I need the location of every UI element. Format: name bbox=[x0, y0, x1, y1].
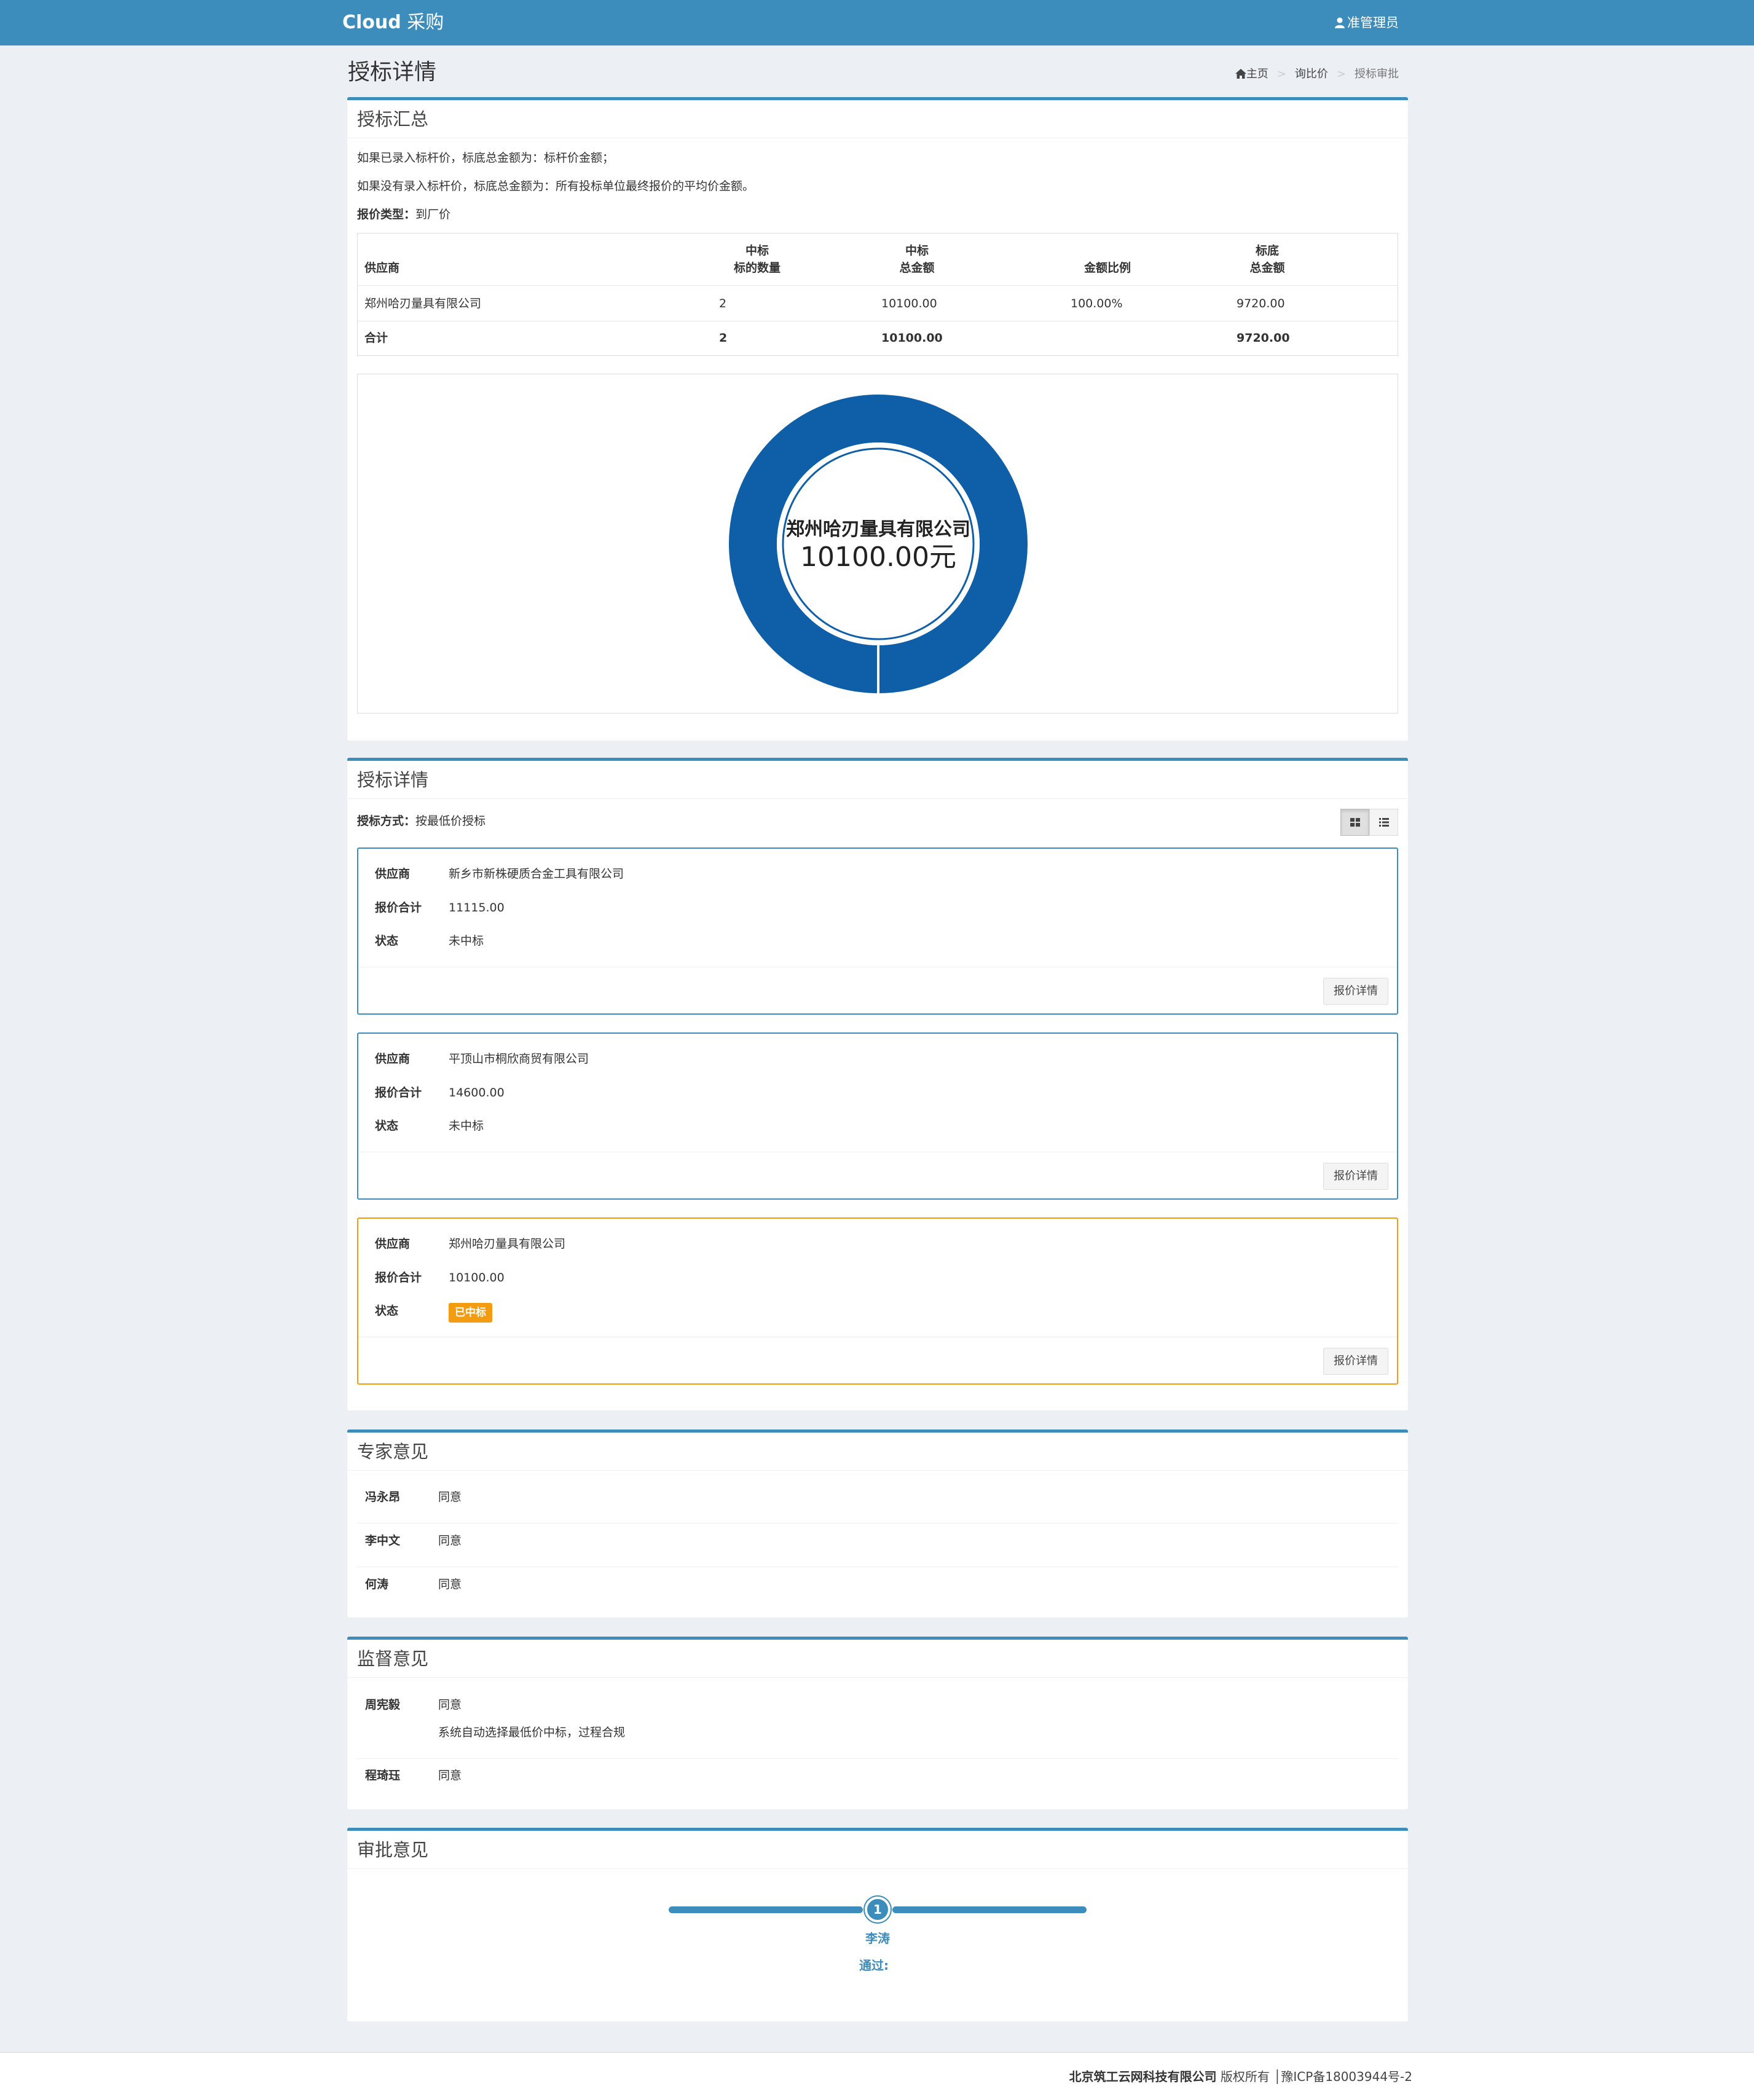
quote-detail-button[interactable]: 报价详情 bbox=[1323, 978, 1388, 1005]
bid-supplier-value: 平顶山市桐欣商贸有限公司 bbox=[449, 1052, 589, 1066]
details-title: 授标详情 bbox=[347, 761, 1408, 799]
page-footer: 北京筑工云网科技有限公司 版权所有 │豫ICP备18003944号-2 bbox=[0, 2052, 1754, 2100]
tf-count: 2 bbox=[719, 331, 728, 345]
bid-status-label: 状态 bbox=[375, 934, 399, 948]
td-total: 10100.00 bbox=[881, 297, 937, 310]
bid-total-label: 报价合计 bbox=[375, 1086, 422, 1099]
td-base: 9720.00 bbox=[1237, 297, 1285, 310]
brand-logo[interactable]: Cloud 采购 bbox=[342, 11, 444, 34]
expert-opinion: 同意 bbox=[438, 1578, 462, 1591]
expert-name: 李中文 bbox=[365, 1534, 401, 1547]
supervisor-name: 程琦珏 bbox=[365, 1769, 401, 1782]
approval-step-name: 李涛 bbox=[865, 1931, 890, 1946]
th-count: 中标 标的数量 bbox=[733, 244, 781, 275]
expert-opinion-title: 专家意见 bbox=[347, 1433, 1408, 1471]
list-view-icon bbox=[1378, 818, 1389, 827]
approval-step-1: 1 bbox=[865, 1897, 891, 1922]
bid-status-label: 状态 bbox=[375, 1119, 399, 1133]
supervisor-name: 周宪毅 bbox=[365, 1698, 401, 1712]
expert-name: 何涛 bbox=[365, 1578, 389, 1591]
summary-table: 供应商 中标 标的数量 中标 总金额 金额比例 标底 总金额 郑州哈刃量具有限公司 2… bbox=[357, 233, 1398, 356]
footer-copyright: 北京筑工云网科技有限公司 版权所有 │豫ICP备18003944号-2 bbox=[1069, 2068, 1412, 2085]
user-icon bbox=[1335, 17, 1345, 28]
donut-center-label: 郑州哈刃量具有限公司 bbox=[786, 519, 970, 540]
bid-total-value: 14600.00 bbox=[449, 1086, 505, 1099]
bid-status-value: 未中标 bbox=[449, 1119, 484, 1133]
bid-total-value: 10100.00 bbox=[449, 1271, 505, 1284]
summary-box: 授标汇总 如果已录入标杆价，标底总金额为：标杆价金额； 如果没有录入标杆价，标底… bbox=[347, 97, 1408, 741]
summary-title: 授标汇总 bbox=[347, 100, 1408, 138]
footer-rights: 版权所有 │豫ICP备18003944号-2 bbox=[1216, 2069, 1412, 2084]
step-bar-left bbox=[669, 1906, 863, 1913]
bid-supplier-value: 新乡市新株硬质合金工具有限公司 bbox=[449, 867, 624, 881]
th-ratio: 金额比例 bbox=[1083, 261, 1131, 275]
bid-card-1: 供应商 新乡市新株硬质合金工具有限公司 报价合计 11115.00 状态 未中标… bbox=[357, 847, 1398, 1015]
breadcrumb-current: 授标审批 bbox=[1355, 68, 1399, 81]
status-badge-won: 已中标 bbox=[449, 1303, 492, 1323]
supervisor-opinion: 同意 bbox=[438, 1769, 462, 1782]
th-supplier: 供应商 bbox=[364, 261, 400, 275]
bid-card-3: 供应商 郑州哈刃量具有限公司 报价合计 10100.00 状态 已中标 报价详情 bbox=[357, 1217, 1398, 1385]
bid-supplier-label: 供应商 bbox=[375, 867, 411, 881]
expert-name: 冯永昂 bbox=[365, 1490, 401, 1504]
quote-type: 报价类型：到厂价 bbox=[357, 208, 451, 221]
page-title: 授标详情 bbox=[348, 60, 437, 85]
grid-view-icon bbox=[1350, 818, 1360, 827]
bid-supplier-label: 供应商 bbox=[375, 1237, 411, 1251]
breadcrumb-home[interactable]: 主页 bbox=[1246, 68, 1268, 81]
bid-total-label: 报价合计 bbox=[375, 1271, 422, 1284]
bid-supplier-label: 供应商 bbox=[375, 1052, 411, 1066]
th-base: 标底 总金额 bbox=[1249, 244, 1285, 275]
footer-company: 北京筑工云网科技有限公司 bbox=[1069, 2069, 1217, 2084]
user-name: 准管理员 bbox=[1347, 15, 1399, 30]
supervision-opinion-title: 监督意见 bbox=[347, 1640, 1408, 1678]
expert-opinion-box: 专家意见 冯永昂 同意 李中文 同意 何涛 同意 bbox=[347, 1429, 1408, 1618]
grid-view-button[interactable] bbox=[1340, 809, 1369, 836]
user-menu[interactable]: 准管理员 bbox=[1335, 14, 1399, 32]
td-ratio: 100.00% bbox=[1071, 297, 1123, 310]
summary-note-2: 如果没有录入标杆价，标底总金额为：所有投标单位最终报价的平均价金额。 bbox=[357, 179, 755, 193]
supervisor-comment: 系统自动选择最低价中标，过程合规 bbox=[438, 1726, 626, 1739]
donut-center-value: 10100.00元 bbox=[800, 541, 956, 573]
donut-svg: 郑州哈刃量具有限公司 10100.00元 bbox=[729, 395, 1028, 693]
quote-detail-button[interactable]: 报价详情 bbox=[1323, 1348, 1388, 1375]
bid-total-value: 11115.00 bbox=[449, 901, 505, 914]
breadcrumb: 主页 > 询比价 > 授标审批 bbox=[1235, 66, 1399, 82]
approval-opinion-box: 审批意见 1 李涛 通过: bbox=[347, 1828, 1408, 2021]
breadcrumb-inquiry[interactable]: 询比价 bbox=[1295, 68, 1328, 81]
td-count: 2 bbox=[719, 297, 727, 310]
th-total: 中标 总金额 bbox=[899, 244, 935, 275]
tf-base: 9720.00 bbox=[1237, 331, 1290, 345]
supervision-opinion-box: 监督意见 周宪毅 同意 系统自动选择最低价中标，过程合规 程琦珏 同意 bbox=[347, 1637, 1408, 1809]
list-view-button[interactable] bbox=[1369, 809, 1398, 836]
tf-total: 10100.00 bbox=[881, 331, 943, 345]
view-toggle bbox=[1340, 809, 1398, 836]
bid-status-label: 状态 bbox=[375, 1304, 399, 1318]
step-bar-right bbox=[892, 1906, 1087, 1913]
td-supplier: 郑州哈刃量具有限公司 bbox=[364, 297, 482, 310]
bid-card-2: 供应商 平顶山市桐欣商贸有限公司 报价合计 14600.00 状态 未中标 报价… bbox=[357, 1032, 1398, 1200]
bid-total-label: 报价合计 bbox=[375, 901, 422, 914]
expert-opinion: 同意 bbox=[438, 1490, 462, 1504]
award-method: 授标方式：按最低价授标 bbox=[357, 814, 486, 828]
expert-opinion: 同意 bbox=[438, 1534, 462, 1547]
tf-supplier: 合计 bbox=[364, 331, 388, 345]
bid-status-value: 未中标 bbox=[449, 934, 484, 948]
award-donut-chart: 郑州哈刃量具有限公司 10100.00元 bbox=[357, 374, 1398, 714]
approval-step-result: 通过: bbox=[859, 1958, 889, 1973]
home-icon bbox=[1235, 69, 1246, 79]
quote-detail-button[interactable]: 报价详情 bbox=[1323, 1163, 1388, 1190]
approval-opinion-title: 审批意见 bbox=[347, 1831, 1408, 1869]
supervisor-opinion: 同意 bbox=[438, 1698, 462, 1712]
details-box: 授标详情 授标方式：按最低价授标 供应商 新乡市新株硬质合金工具有限公司 报价合… bbox=[347, 758, 1408, 1410]
summary-note-1: 如果已录入标杆价，标底总金额为：标杆价金额； bbox=[357, 151, 615, 165]
top-navbar: Cloud 采购 准管理员 bbox=[0, 0, 1754, 45]
bid-supplier-value: 郑州哈刃量具有限公司 bbox=[449, 1237, 566, 1251]
